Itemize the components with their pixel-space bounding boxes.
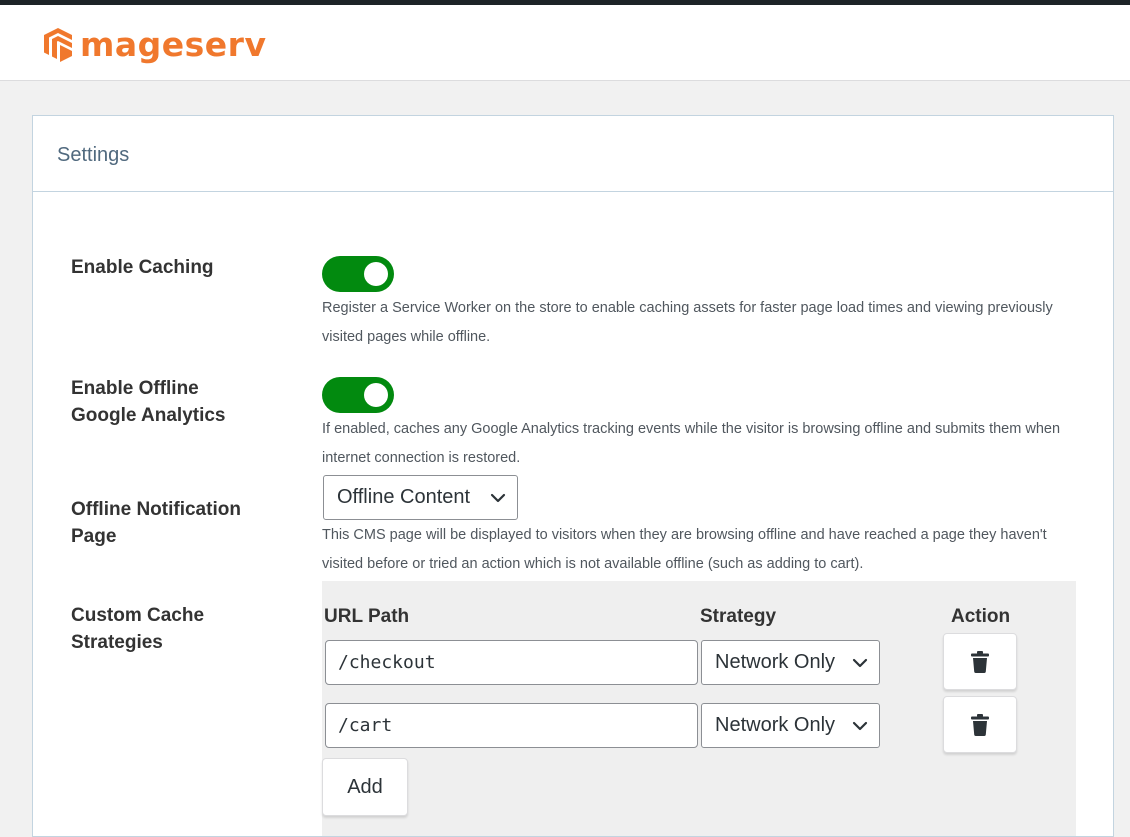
- offline-analytics-help: If enabled, caches any Google Analytics …: [322, 421, 1061, 466]
- brand-logo: mageserv: [40, 23, 266, 67]
- offline-page-label: Offline Notification Page: [71, 496, 241, 550]
- toggle-knob: [364, 383, 388, 407]
- enable-caching-toggle[interactable]: [322, 256, 394, 292]
- column-header-strategy: Strategy: [700, 606, 777, 627]
- column-header-url: URL Path: [324, 606, 410, 627]
- offline-analytics-label-line1: Enable Offline: [71, 378, 199, 399]
- offline-page-select[interactable]: Offline Content: [323, 475, 518, 520]
- column-header-action: Action: [951, 606, 1011, 627]
- offline-page-selected: Offline Content: [337, 486, 471, 508]
- toggle-knob: [364, 262, 388, 286]
- delete-row-button[interactable]: [943, 633, 1017, 690]
- card-header: Settings: [33, 116, 1113, 192]
- strategy-select[interactable]: Network Only: [701, 703, 880, 748]
- offline-analytics-toggle[interactable]: [322, 377, 394, 413]
- custom-strategies-label-line1: Custom Cache: [71, 605, 205, 626]
- offline-analytics-label: Enable Offline Google Analytics: [71, 375, 226, 429]
- strategy-select[interactable]: Network Only: [701, 640, 880, 685]
- offline-page-label-line1: Offline Notification: [71, 499, 241, 520]
- card-title: Settings: [57, 144, 130, 166]
- header: mageserv: [0, 5, 1130, 81]
- url-path-input[interactable]: /cart: [325, 703, 698, 748]
- strategies-table: URL Path Strategy Action /checkout Netwo…: [322, 581, 1076, 836]
- chevron-down-icon: [852, 721, 868, 730]
- strategy-selected: Network Only: [715, 651, 836, 673]
- offline-page-help: This CMS page will be displayed to visit…: [322, 527, 1047, 572]
- mageserv-logo-icon: [44, 28, 72, 62]
- chevron-down-icon: [852, 658, 868, 667]
- brand-name: mageserv: [80, 25, 267, 64]
- custom-strategies-label-line2: Strategies: [71, 632, 163, 653]
- offline-analytics-label-line2: Google Analytics: [71, 405, 226, 426]
- offline-page-label-line2: Page: [71, 526, 117, 547]
- add-strategy-button[interactable]: Add: [322, 758, 408, 816]
- delete-row-button[interactable]: [943, 696, 1017, 753]
- enable-caching-help: Register a Service Worker on the store t…: [322, 300, 1053, 345]
- strategy-selected: Network Only: [715, 714, 836, 736]
- url-path-input[interactable]: /checkout: [325, 640, 698, 685]
- trash-icon: [971, 650, 989, 673]
- chevron-down-icon: [490, 493, 506, 502]
- enable-caching-label: Enable Caching: [71, 257, 214, 278]
- custom-strategies-label: Custom Cache Strategies: [71, 602, 204, 656]
- trash-icon: [971, 713, 989, 736]
- settings-card: Settings Enable Caching Register a Servi…: [32, 115, 1114, 837]
